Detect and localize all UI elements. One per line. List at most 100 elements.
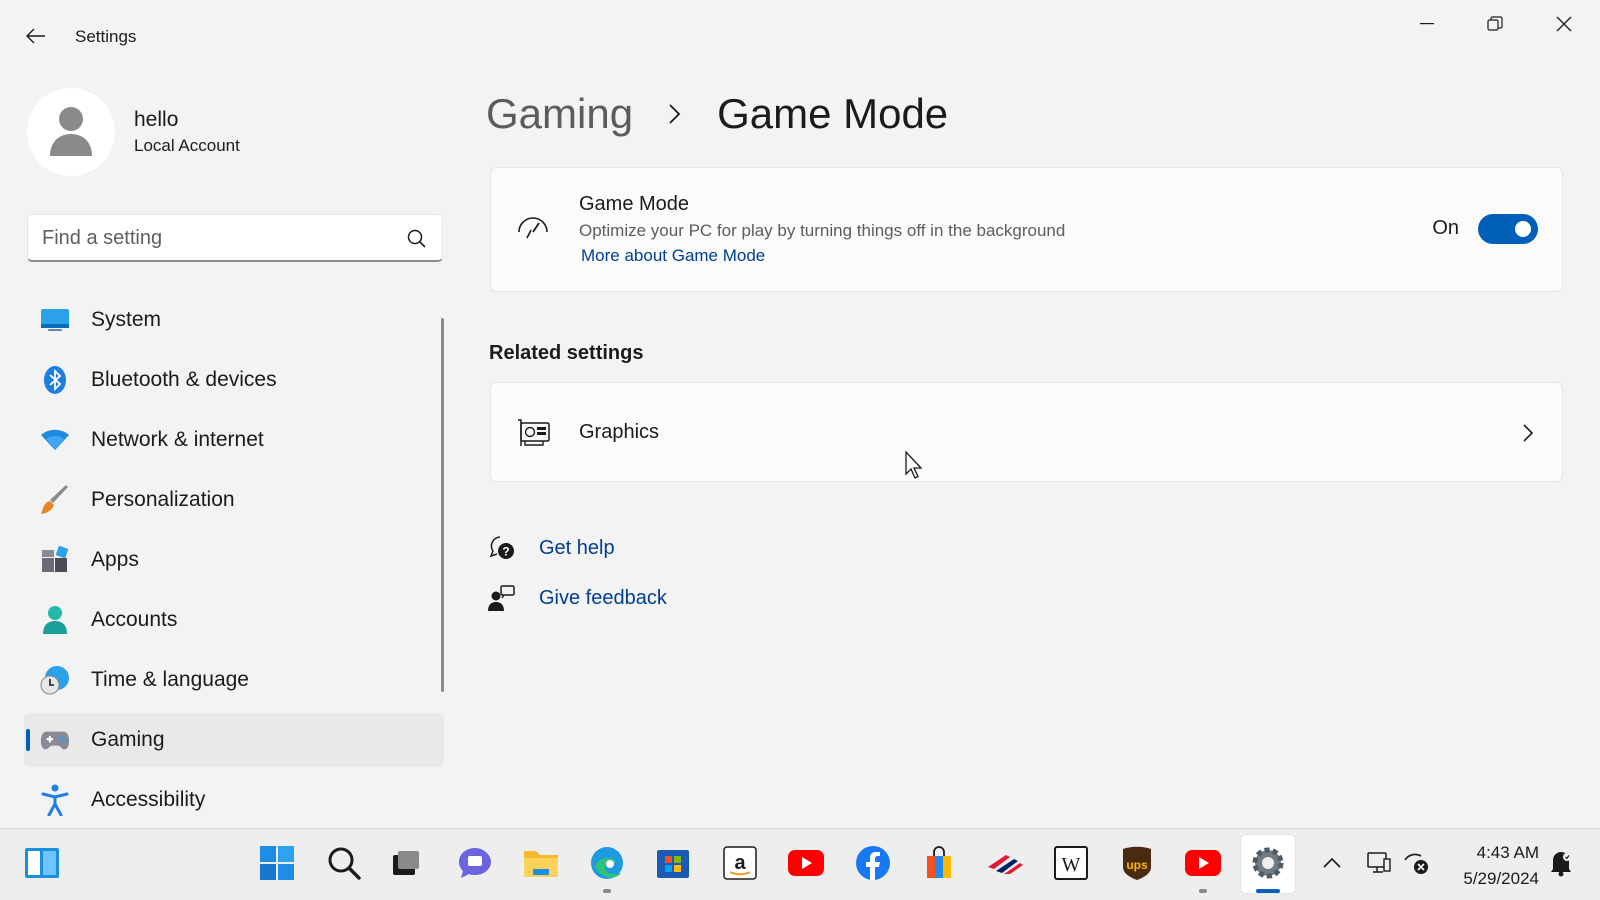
active-app-indicator [1256, 889, 1280, 893]
search-box[interactable] [27, 214, 443, 262]
restore-icon [1487, 16, 1503, 31]
related-settings-heading: Related settings [489, 342, 644, 364]
user-name: hello [134, 108, 179, 131]
ups-button[interactable]: ups [1117, 843, 1157, 883]
sidebar-item-label: Personalization [91, 488, 235, 511]
taskbar-search-button[interactable] [324, 843, 364, 883]
account-type: Local Account [134, 136, 240, 155]
windows-logo-icon [260, 846, 294, 880]
chat-button[interactable] [455, 843, 495, 883]
sidebar-item-network[interactable]: Network & internet [24, 413, 444, 467]
chevron-right-icon [655, 94, 695, 134]
sidebar-item-personalization[interactable]: Personalization [24, 473, 444, 527]
avatar[interactable] [27, 88, 115, 176]
amazon-button[interactable]: a [720, 843, 760, 883]
show-hidden-icons-button[interactable] [1317, 843, 1347, 883]
bluetooth-icon [40, 365, 70, 395]
game-mode-icon [518, 217, 548, 239]
get-help-row[interactable]: ? Get help [488, 534, 615, 562]
gear-icon [1252, 847, 1284, 879]
game-mode-description: Optimize your PC for play by turning thi… [579, 221, 1066, 240]
folder-icon [524, 851, 558, 877]
sidebar-item-system[interactable]: System [24, 293, 444, 347]
mouse-cursor-icon [905, 451, 923, 479]
wikipedia-button[interactable]: W [1051, 843, 1091, 883]
settings-button[interactable] [1248, 843, 1288, 883]
back-button[interactable] [18, 20, 54, 52]
facebook-button[interactable] [853, 843, 893, 883]
clock-globe-icon [40, 665, 70, 695]
close-button[interactable] [1541, 8, 1587, 40]
minimize-button[interactable] [1404, 8, 1450, 40]
bank-of-america-icon [988, 855, 1023, 874]
network-tray-button[interactable] [1402, 843, 1432, 883]
edge-button[interactable] [587, 843, 627, 883]
bank-of-america-button[interactable] [985, 843, 1025, 883]
sidebar-item-accounts[interactable]: Accounts [24, 593, 444, 647]
widgets-button[interactable] [22, 843, 62, 883]
sidebar-item-bluetooth[interactable]: Bluetooth & devices [24, 353, 444, 407]
user-silhouette-icon [50, 107, 92, 156]
search-icon[interactable] [406, 228, 428, 250]
sidebar-item-label: Accounts [91, 608, 178, 631]
breadcrumb: Gaming Game Mode [486, 84, 948, 144]
wifi-icon [40, 425, 70, 455]
chat-icon [459, 848, 491, 878]
more-about-game-mode-link[interactable]: More about Game Mode [581, 246, 765, 266]
title-bar: Settings [0, 0, 1600, 60]
gamepad-icon [40, 725, 70, 755]
apps-icon [40, 545, 70, 575]
notifications-button[interactable] [1546, 843, 1576, 883]
sidebar-item-label: Accessibility [91, 788, 206, 811]
game-mode-card: Game Mode Optimize your PC for play by t… [490, 167, 1563, 292]
running-indicator [1199, 889, 1207, 893]
game-mode-toggle[interactable] [1478, 214, 1538, 244]
search-icon [328, 847, 361, 880]
file-explorer-button[interactable] [521, 843, 561, 883]
youtube-icon [1185, 850, 1221, 876]
monitor-icon [1367, 852, 1391, 873]
youtube-2-button[interactable] [1183, 843, 1223, 883]
give-feedback-link[interactable]: Give feedback [539, 587, 667, 610]
store-icon [657, 850, 689, 878]
monitor-icon [40, 305, 70, 335]
sidebar-item-apps[interactable]: Apps [24, 533, 444, 587]
sidebar-item-label: Time & language [91, 668, 249, 691]
sidebar-item-time-language[interactable]: Time & language [24, 653, 444, 707]
give-feedback-row[interactable]: Give feedback [488, 584, 667, 612]
store-button[interactable] [653, 843, 693, 883]
paintbrush-icon [40, 485, 70, 515]
display-tray-button[interactable] [1364, 843, 1394, 883]
clock-date[interactable]: 5/29/2024 [1463, 869, 1539, 889]
shopping-button[interactable] [919, 843, 959, 883]
app-title: Settings [75, 27, 137, 46]
chevron-up-icon [1323, 857, 1341, 868]
sidebar-item-accessibility[interactable]: Accessibility [24, 773, 444, 827]
ups-icon: ups [1123, 846, 1151, 880]
sidebar-scrollbar[interactable] [441, 318, 444, 692]
breadcrumb-parent[interactable]: Gaming [486, 90, 633, 138]
wikipedia-icon: W [1054, 846, 1088, 880]
restore-button[interactable] [1472, 8, 1518, 40]
running-indicator [603, 889, 611, 893]
clock-time[interactable]: 4:43 AM [1477, 843, 1539, 863]
task-view-button[interactable] [386, 843, 426, 883]
graphics-card[interactable]: Graphics [490, 382, 1563, 482]
task-view-icon [393, 851, 419, 875]
search-input[interactable] [42, 224, 382, 252]
notification-bell-icon [1551, 852, 1571, 877]
sidebar-item-label: Network & internet [91, 428, 264, 451]
active-indicator [26, 729, 30, 751]
no-internet-icon [1404, 853, 1428, 874]
youtube-button[interactable] [786, 843, 826, 883]
sidebar-item-label: Bluetooth & devices [91, 368, 277, 391]
get-help-link[interactable]: Get help [539, 537, 615, 560]
sidebar-item-gaming[interactable]: Gaming [24, 713, 444, 767]
start-button[interactable] [257, 843, 297, 883]
sidebar-item-label: System [91, 308, 162, 331]
facebook-icon [856, 846, 890, 880]
sidebar-item-label: Gaming [91, 728, 165, 751]
svg-text:a: a [734, 852, 746, 874]
amazon-icon: a [723, 846, 757, 880]
taskbar: a W ups 4:43 AM 5/29/2024 [0, 828, 1600, 900]
